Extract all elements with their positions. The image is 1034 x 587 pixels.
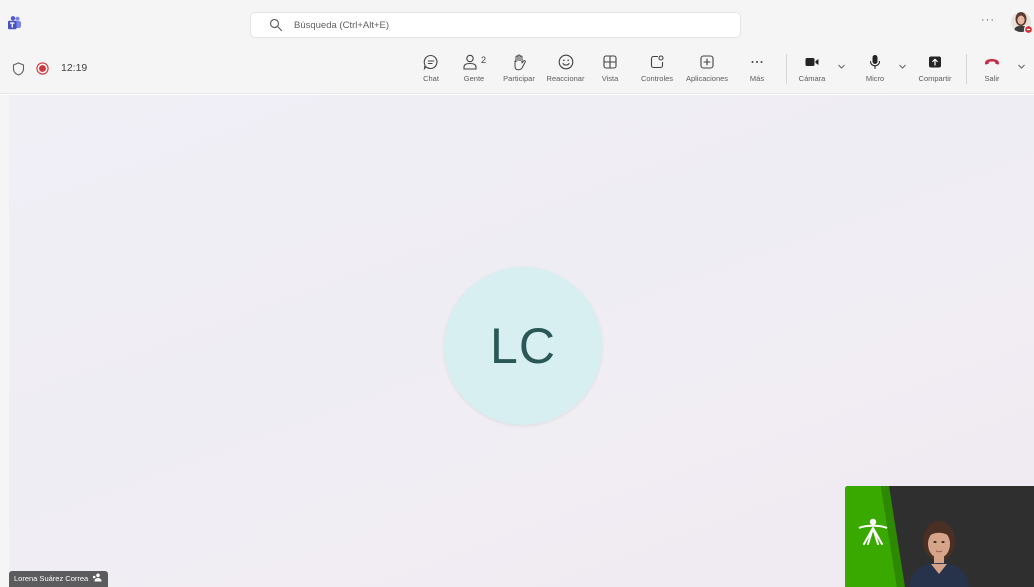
controls-icon (650, 55, 664, 69)
controls-label: Controles (640, 74, 674, 83)
recording-icon (36, 62, 49, 75)
title-bar: Búsqueda (Ctrl+Alt+E) ··· (0, 0, 1034, 46)
settings-more-button[interactable]: ··· (981, 14, 995, 26)
toolbar-divider (966, 54, 967, 84)
more-label: Más (749, 74, 765, 83)
people-icon (463, 54, 477, 70)
participant-initials: LC (490, 318, 556, 374)
mic-button[interactable]: Micro (863, 50, 887, 90)
mic-options-chevron-down-icon[interactable] (898, 62, 907, 71)
apps-label: Aplicaciones (685, 74, 729, 83)
search-placeholder: Búsqueda (Ctrl+Alt+E) (294, 19, 390, 31)
raise-hand-label: Participar (503, 74, 535, 83)
teams-logo-icon[interactable] (7, 16, 21, 30)
microphone-icon (869, 55, 881, 70)
self-view-video[interactable] (845, 486, 1034, 587)
leave-label: Salir (984, 74, 1000, 83)
chat-icon (423, 54, 438, 71)
react-button[interactable]: Reaccionar (543, 50, 588, 90)
leave-options-chevron-down-icon[interactable] (1017, 62, 1026, 71)
camera-options-chevron-down-icon[interactable] (837, 62, 846, 71)
view-label: Vista (601, 74, 619, 83)
add-app-icon (700, 55, 714, 69)
shield-icon[interactable] (12, 62, 25, 76)
grid-view-icon (603, 55, 617, 69)
participant-name-tag: Lorena Suárez Correa (9, 571, 109, 587)
user-avatar[interactable] (1010, 10, 1034, 36)
hang-up-phone-icon (985, 59, 999, 65)
react-label: Reaccionar (546, 74, 585, 83)
share-screen-icon (929, 56, 941, 68)
smiley-icon (558, 54, 573, 70)
stage-left-edge (0, 95, 9, 587)
organizer-icon (93, 573, 102, 582)
more-button[interactable]: Más (747, 50, 767, 90)
search-input[interactable]: Búsqueda (Ctrl+Alt+E) (250, 12, 741, 38)
raise-hand-icon (514, 54, 526, 71)
self-view-frame (845, 486, 1034, 587)
chat-label: Chat (423, 74, 439, 83)
mic-label: Micro (865, 74, 885, 83)
camera-label: Cámara (798, 74, 826, 83)
toolbar-divider (786, 54, 787, 84)
meeting-timer: 12:19 (61, 62, 88, 74)
view-button[interactable]: Vista (598, 50, 622, 90)
camera-icon (805, 58, 819, 66)
camera-button[interactable]: Cámara (797, 50, 827, 90)
share-label: Compartir (918, 74, 952, 83)
people-label: Gente (463, 74, 485, 83)
meeting-toolbar: 12:19 Chat Gente 2 Participar Reaccionar (0, 46, 1034, 94)
more-dots-icon (751, 61, 763, 63)
participant-avatar[interactable]: LC (444, 267, 602, 425)
chat-button[interactable]: Chat (420, 50, 442, 90)
people-count: 2 (481, 55, 487, 65)
leave-button[interactable]: Salir (981, 50, 1003, 90)
search-icon (269, 18, 283, 32)
participant-name: Lorena Suárez Correa (14, 574, 89, 583)
raise-hand-button[interactable]: Participar (499, 50, 539, 90)
share-button[interactable]: Compartir (913, 50, 957, 90)
controls-button[interactable]: Controles (636, 50, 678, 90)
apps-button[interactable]: Aplicaciones (682, 50, 732, 90)
